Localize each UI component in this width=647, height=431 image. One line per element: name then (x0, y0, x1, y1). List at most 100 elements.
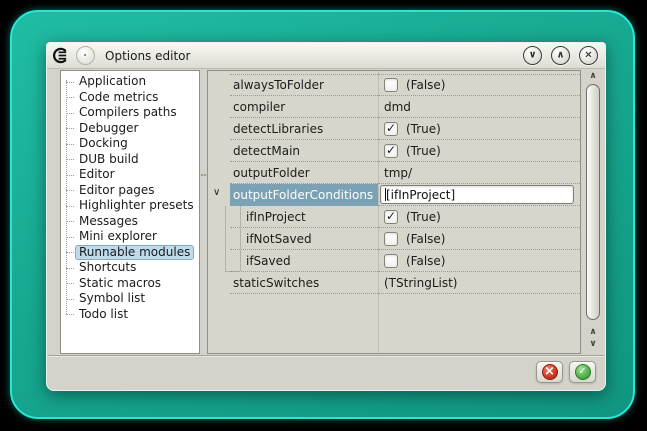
property-row-staticSwitches[interactable]: staticSwitches (TStringList) (208, 272, 580, 294)
sidebar-item-debugger[interactable]: Debugger (61, 121, 199, 137)
property-name: detectMain (233, 144, 300, 158)
sidebar-item-label: Debugger (75, 121, 142, 136)
vertical-scrollbar[interactable]: ∧ ∧ ∨ (584, 70, 602, 354)
scrollbar-thumb[interactable] (586, 84, 600, 320)
close-button[interactable]: × (579, 46, 598, 65)
sidebar-item-todo-list[interactable]: Todo list (61, 307, 199, 323)
sidebar-item-shortcuts[interactable]: Shortcuts (61, 260, 199, 276)
property-name-cell[interactable]: ifSaved (230, 250, 378, 272)
sidebar-item-compilers-paths[interactable]: Compilers paths (61, 105, 199, 121)
ok-button[interactable]: ✓ (569, 361, 596, 383)
sidebar-item-mini-explorer[interactable]: Mini explorer (61, 229, 199, 245)
property-name-cell[interactable]: outputFolderConditions (230, 184, 378, 206)
property-value-cell[interactable]: (False) (378, 228, 580, 250)
property-row-alwaysToFolder[interactable]: alwaysToFolder (False) (208, 74, 580, 96)
sidebar-item-symbol-list[interactable]: Symbol list (61, 291, 199, 307)
property-value-cell[interactable]: tmp/ (378, 162, 580, 184)
sidebar-item-label: Symbol list (75, 291, 149, 306)
sidebar-item-label: DUB build (75, 152, 143, 167)
window-menu-button[interactable] (76, 46, 95, 65)
row-gutter: ∨ (208, 184, 230, 206)
cancel-button[interactable]: × (536, 361, 563, 383)
title-bar[interactable]: Options editor ∨ ∧ × (47, 43, 605, 69)
sidebar-item-editor[interactable]: Editor (61, 167, 199, 183)
property-row-ifSaved[interactable]: ifSaved (False) (208, 250, 580, 272)
property-grid[interactable]: alwaysToFolder (False) compiler dmd dete… (207, 70, 581, 354)
row-gutter (208, 250, 230, 272)
row-gutter (208, 96, 230, 118)
property-value-cell[interactable]: ✓ (True) (378, 118, 580, 140)
sidebar-item-label: Todo list (75, 307, 132, 322)
property-value: tmp/ (384, 166, 412, 180)
property-value-cell[interactable]: (False) (378, 250, 580, 272)
control-glyph: ∧ (556, 50, 564, 60)
sidebar-list: Application Code metrics Compilers paths… (61, 71, 199, 322)
sidebar-item-static-macros[interactable]: Static macros (61, 276, 199, 292)
maximize-button[interactable]: ∧ (551, 46, 570, 65)
property-name: detectLibraries (233, 122, 323, 136)
sidebar-item-docking[interactable]: Docking (61, 136, 199, 152)
property-value-cell[interactable]: (TStringList) (378, 272, 580, 294)
minimize-button[interactable]: ∨ (523, 46, 542, 65)
sidebar-item-code-metrics[interactable]: Code metrics (61, 90, 199, 106)
property-name-cell[interactable]: ifInProject (230, 206, 378, 228)
value-edit-input[interactable]: [ifInProject] (380, 185, 574, 204)
property-row-ifNotSaved[interactable]: ifNotSaved (False) (208, 228, 580, 250)
sidebar-item-runnable-modules[interactable]: Runnable modules (61, 245, 199, 261)
options-editor-window: Options editor ∨ ∧ × Application Code me… (46, 42, 606, 391)
property-name-cell[interactable]: ifNotSaved (230, 228, 378, 250)
checkbox[interactable] (384, 254, 398, 268)
property-name-cell[interactable]: detectLibraries (230, 118, 378, 140)
scroll-down-icon[interactable]: ∨ (584, 339, 602, 350)
row-gutter (208, 162, 230, 184)
property-name: compiler (233, 100, 285, 114)
property-name-cell[interactable]: compiler (230, 96, 378, 118)
property-name-cell[interactable]: staticSwitches (230, 272, 378, 294)
sidebar-item-application[interactable]: Application (61, 74, 199, 90)
property-value-cell[interactable]: ✓ (True) (378, 206, 580, 228)
checkbox[interactable] (384, 78, 398, 92)
checkbox[interactable] (384, 232, 398, 246)
checkbox[interactable]: ✓ (384, 144, 398, 158)
checkbox[interactable]: ✓ (384, 122, 398, 136)
property-row-compiler[interactable]: compiler dmd (208, 96, 580, 118)
row-gutter (208, 118, 230, 140)
property-row-outputFolder[interactable]: outputFolder tmp/ (208, 162, 580, 184)
check-icon: ✓ (386, 122, 396, 134)
sidebar-item-label: Application (75, 74, 150, 89)
sidebar-item-label: Highlighter presets (75, 198, 198, 213)
check-icon: ✓ (386, 144, 396, 156)
property-rows: alwaysToFolder (False) compiler dmd dete… (208, 74, 580, 294)
property-value: (False) (406, 78, 446, 92)
scroll-up-icon[interactable]: ∧ (584, 71, 602, 82)
control-glyph: × (584, 50, 592, 60)
property-value-cell[interactable]: dmd (378, 96, 580, 118)
property-value-cell[interactable]: ✓ (True) (378, 140, 580, 162)
property-name: alwaysToFolder (233, 78, 324, 92)
sidebar-item-editor-pages[interactable]: Editor pages (61, 183, 199, 199)
sidebar-item-highlighter-presets[interactable]: Highlighter presets (61, 198, 199, 214)
property-row-outputFolderConditions[interactable]: ∨ outputFolderConditions [ifInProject] (208, 184, 580, 206)
scroll-up-icon[interactable]: ∧ (584, 327, 602, 338)
category-tree[interactable]: Application Code metrics Compilers paths… (60, 70, 200, 354)
property-row-detectLibraries[interactable]: detectLibraries ✓ (True) (208, 118, 580, 140)
checkbox[interactable]: ✓ (384, 210, 398, 224)
ok-icon: ✓ (575, 364, 591, 380)
property-name: ifInProject (246, 210, 306, 224)
expander-icon[interactable]: ∨ (213, 188, 220, 198)
property-name-cell[interactable]: outputFolder (230, 162, 378, 184)
property-name: ifNotSaved (246, 232, 312, 246)
sidebar-item-messages[interactable]: Messages (61, 214, 199, 230)
splitter-handle[interactable] (200, 70, 207, 354)
property-value-cell[interactable]: [ifInProject] (378, 184, 580, 206)
cancel-icon: × (542, 364, 558, 380)
sidebar-item-label: Shortcuts (75, 260, 140, 275)
property-value-cell[interactable]: (False) (378, 74, 580, 96)
property-row-ifInProject[interactable]: ifInProject ✓ (True) (208, 206, 580, 228)
property-name-cell[interactable]: alwaysToFolder (230, 74, 378, 96)
property-value: (False) (406, 232, 446, 246)
property-name-cell[interactable]: detectMain (230, 140, 378, 162)
property-name: outputFolderConditions (233, 188, 373, 202)
sidebar-item-dub-build[interactable]: DUB build (61, 152, 199, 168)
property-row-detectMain[interactable]: detectMain ✓ (True) (208, 140, 580, 162)
